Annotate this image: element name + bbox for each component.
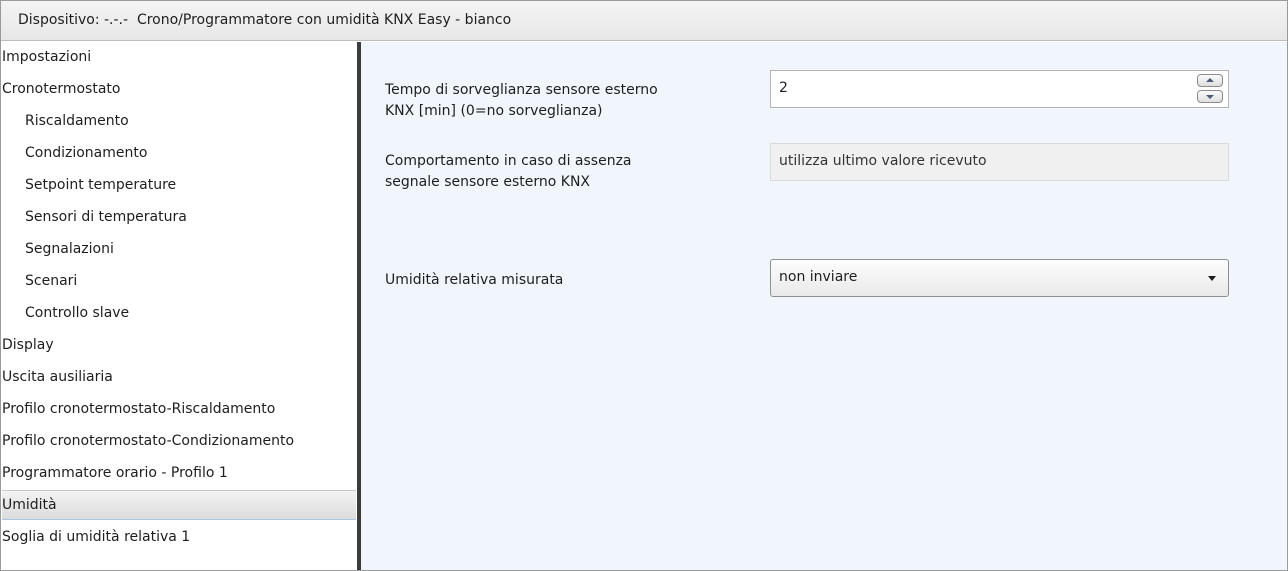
tree-item-condizionamento[interactable]: Condizionamento: [2, 138, 356, 168]
surveillance-label-line1: Tempo di sorveglianza sensore esterno: [385, 82, 658, 98]
tree-item-sensori-di-temperatura[interactable]: Sensori di temperatura: [2, 202, 356, 232]
surveillance-label: Tempo di sorveglianza sensore esterno KN…: [385, 80, 745, 122]
tree-item-profilo-condizionamento[interactable]: Profilo cronotermostato-Condizionamento: [2, 426, 356, 456]
device-parameters-window: Dispositivo: -.-.- Crono/Programmatore c…: [0, 0, 1288, 571]
chevron-down-icon[interactable]: [1208, 276, 1216, 281]
tree-item-profilo-riscaldamento[interactable]: Profilo cronotermostato-Riscaldamento: [2, 394, 356, 424]
tree-item-cronotermostato[interactable]: Cronotermostato: [2, 74, 356, 104]
surveillance-time-value[interactable]: 2: [779, 80, 788, 96]
surveillance-time-stepper[interactable]: 2: [770, 70, 1229, 108]
absence-behavior-label-line1: Comportamento in caso di assenza: [385, 153, 632, 169]
absence-behavior-label-line2: segnale sensore esterno KNX: [385, 174, 591, 190]
parameter-tree: Impostazioni Cronotermostato Riscaldamen…: [1, 42, 361, 570]
stepper-up-button[interactable]: [1197, 74, 1223, 87]
tree-item-scenari[interactable]: Scenari: [2, 266, 356, 296]
absence-behavior-label: Comportamento in caso di assenza segnale…: [385, 151, 745, 193]
tree-item-umidita[interactable]: Umidità: [2, 490, 356, 520]
surveillance-label-line2: KNX [min] (0=no sorveglianza): [385, 103, 603, 119]
humidity-send-value[interactable]: non inviare: [779, 269, 857, 285]
title-bar: Dispositivo: -.-.- Crono/Programmatore c…: [1, 1, 1287, 41]
tree-item-soglia-umidita-1[interactable]: Soglia di umidità relativa 1: [2, 522, 356, 552]
tree-item-impostazioni[interactable]: Impostazioni: [2, 42, 356, 72]
humidity-send-dropdown[interactable]: non inviare: [770, 259, 1229, 297]
humidity-label: Umidità relativa misurata: [385, 272, 564, 288]
tree-item-display[interactable]: Display: [2, 330, 356, 360]
tree-item-uscita-ausiliaria[interactable]: Uscita ausiliaria: [2, 362, 356, 392]
window-title: Dispositivo: -.-.- Crono/Programmatore c…: [18, 12, 512, 28]
tree-item-riscaldamento[interactable]: Riscaldamento: [2, 106, 356, 136]
absence-behavior-value: utilizza ultimo valore ricevuto: [779, 153, 987, 169]
stepper-down-button[interactable]: [1197, 90, 1223, 103]
tree-item-segnalazioni[interactable]: Segnalazioni: [2, 234, 356, 264]
parameter-panel: Tempo di sorveglianza sensore esterno KN…: [361, 42, 1287, 570]
tree-item-setpoint-temperature[interactable]: Setpoint temperature: [2, 170, 356, 200]
absence-behavior-field: utilizza ultimo valore ricevuto: [770, 143, 1229, 181]
stepper-buttons: [1197, 74, 1225, 104]
arrow-up-icon: [1206, 78, 1214, 82]
tree-item-programmatore-orario[interactable]: Programmatore orario - Profilo 1: [2, 458, 356, 488]
tree-item-controllo-slave[interactable]: Controllo slave: [2, 298, 356, 328]
arrow-down-icon: [1206, 95, 1214, 99]
